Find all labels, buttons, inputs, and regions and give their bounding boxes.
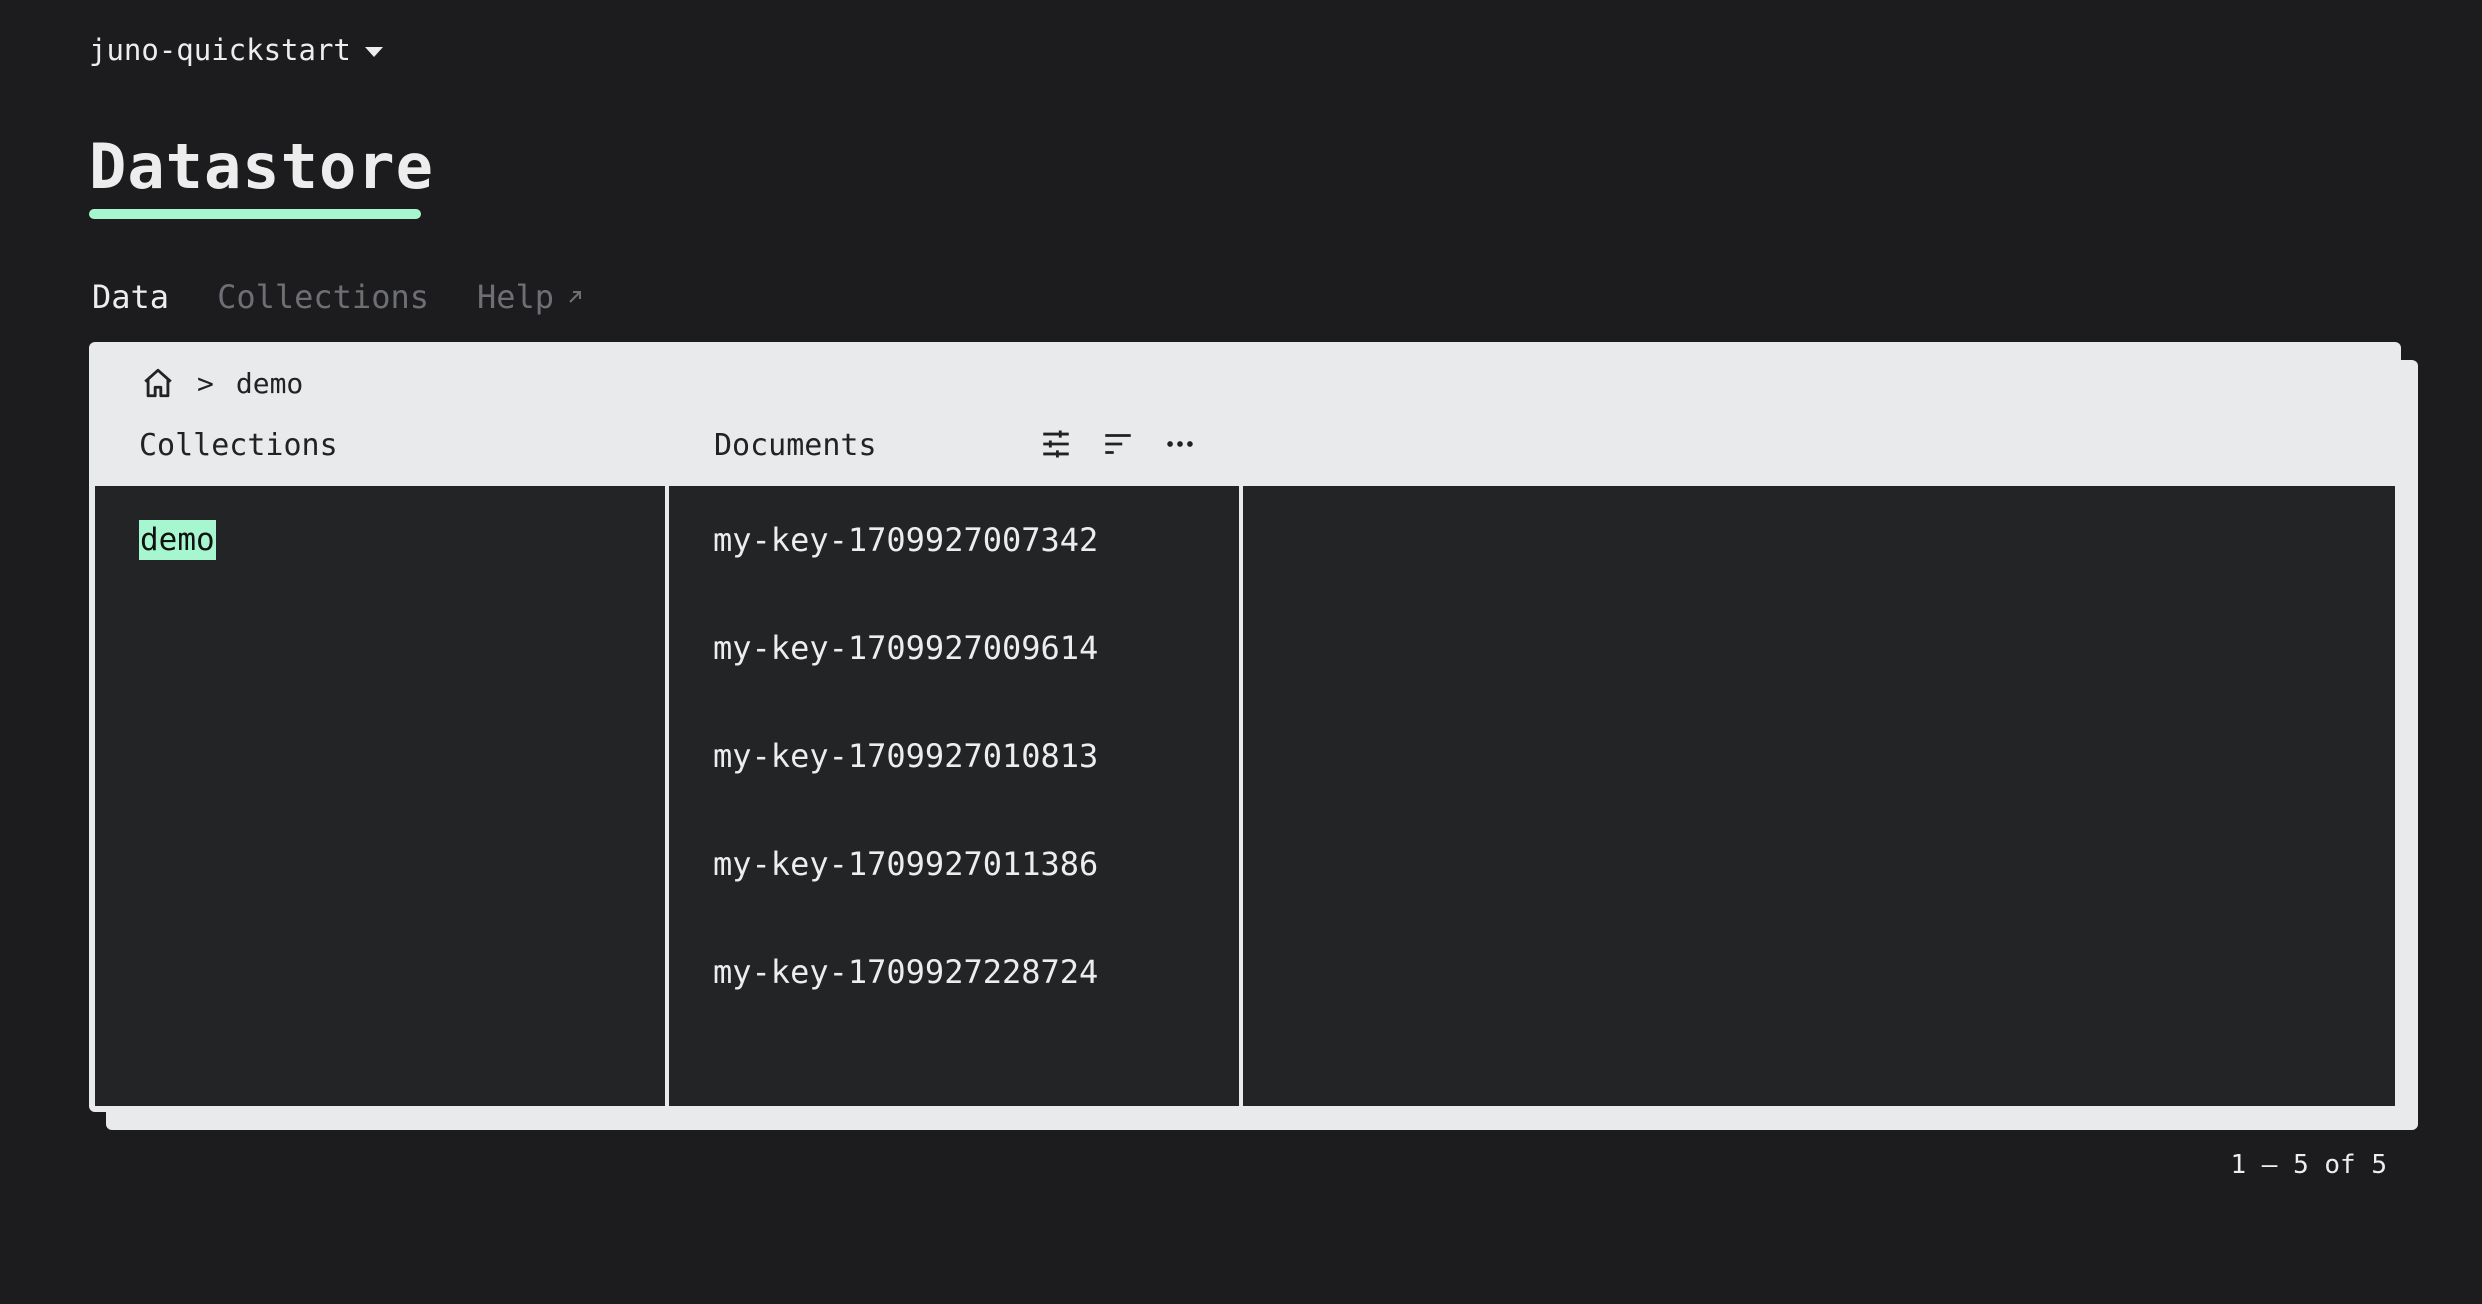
external-link-icon bbox=[569, 291, 582, 303]
more-icon[interactable] bbox=[1160, 424, 1200, 464]
documents-list: my-key-1709927007342 my-key-170992700961… bbox=[713, 520, 1098, 1060]
tab-bar: Data Collections Help bbox=[92, 278, 584, 316]
columns-area: demo my-key-1709927007342 my-key-1709927… bbox=[95, 486, 2395, 1106]
breadcrumb-current[interactable]: demo bbox=[236, 367, 303, 400]
page-title: Datastore bbox=[89, 130, 434, 203]
page-header: Datastore bbox=[89, 130, 434, 219]
sort-icon[interactable] bbox=[1098, 424, 1138, 464]
title-underline bbox=[89, 209, 421, 219]
satellite-name: juno-quickstart bbox=[89, 33, 351, 67]
filter-icon[interactable] bbox=[1036, 424, 1076, 464]
breadcrumb: > demo bbox=[141, 364, 303, 402]
documents-header: Documents bbox=[714, 428, 877, 463]
breadcrumb-separator: > bbox=[197, 366, 214, 400]
column-headers: Collections Documents bbox=[89, 422, 2401, 466]
satellite-selector[interactable]: juno-quickstart bbox=[89, 30, 383, 70]
documents-column: my-key-1709927007342 my-key-170992700961… bbox=[669, 486, 1239, 1106]
collections-column: demo bbox=[95, 486, 665, 1106]
tab-data-label: Data bbox=[92, 278, 170, 316]
tab-collections-label: Collections bbox=[217, 278, 429, 316]
tab-help[interactable]: Help bbox=[477, 278, 584, 316]
document-item[interactable]: my-key-1709927009614 bbox=[713, 628, 1098, 736]
datastore-panel: > demo Collections Documents demo my-key… bbox=[89, 342, 2401, 1112]
document-item[interactable]: my-key-1709927007342 bbox=[713, 520, 1098, 628]
collections-header: Collections bbox=[139, 428, 338, 463]
document-item[interactable]: my-key-1709927228724 bbox=[713, 952, 1098, 1060]
document-item[interactable]: my-key-1709927010813 bbox=[713, 736, 1098, 844]
documents-actions bbox=[1036, 422, 1200, 466]
caret-down-icon bbox=[364, 46, 383, 57]
home-icon[interactable] bbox=[141, 366, 175, 400]
tab-collections[interactable]: Collections bbox=[217, 278, 429, 316]
document-detail-column bbox=[1243, 486, 2395, 1106]
pagination-status: 1 – 5 of 5 bbox=[2230, 1150, 2387, 1180]
document-item[interactable]: my-key-1709927011386 bbox=[713, 844, 1098, 952]
tab-data[interactable]: Data bbox=[92, 278, 169, 316]
collection-item-demo[interactable]: demo bbox=[139, 520, 216, 560]
tab-help-label: Help bbox=[476, 278, 555, 316]
